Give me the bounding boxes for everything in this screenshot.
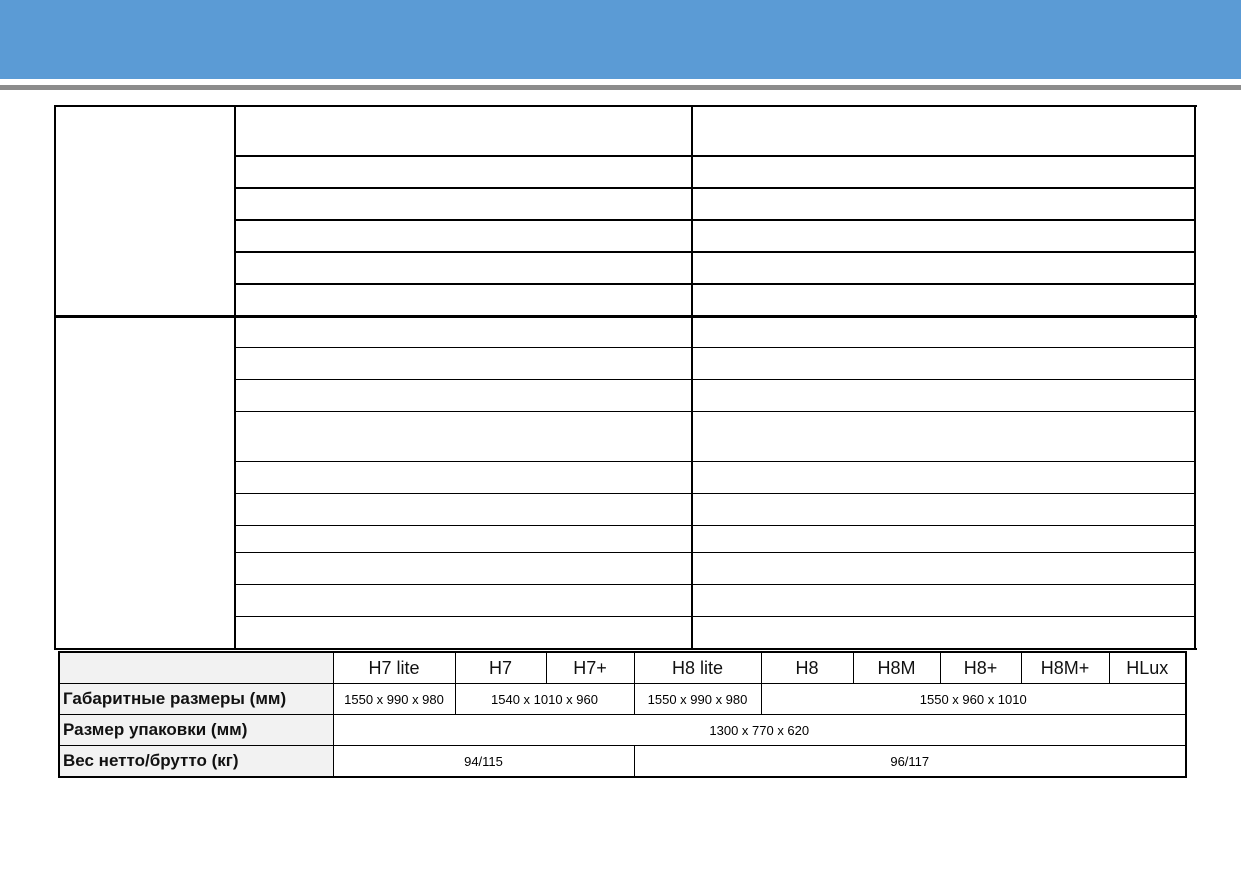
- model-header: H8M+: [1020, 651, 1110, 684]
- dimension-value: 1550 x 960 x 1010: [760, 683, 1187, 715]
- table-row: Вес нетто/брутто (кг) 94/115 96/117: [58, 745, 1187, 778]
- model-header: H8M: [852, 651, 941, 684]
- grid-border-top: [54, 105, 1197, 107]
- weight-value: 96/117: [633, 745, 1187, 778]
- grid-row-divider: [234, 616, 1196, 617]
- grid-row-divider: [234, 584, 1196, 585]
- model-header: H7 lite: [332, 651, 456, 684]
- model-header: H7+: [545, 651, 635, 684]
- grid-row-divider: [234, 155, 1196, 157]
- grid-border-left: [54, 105, 56, 650]
- grid-row-divider: [234, 219, 1196, 221]
- grid-row-divider: [234, 552, 1196, 553]
- dimensions-table: H7 lite H7 H7+ H8 lite H8 H8M H8+ H8M+ H…: [58, 651, 1187, 778]
- model-header: H8: [760, 651, 854, 684]
- grid-row-divider: [234, 461, 1196, 462]
- header-divider: [0, 85, 1241, 90]
- model-header: H7: [454, 651, 547, 684]
- grid-row-divider: [234, 493, 1196, 494]
- grid-row-divider: [234, 187, 1196, 189]
- grid-row-divider: [234, 525, 1196, 526]
- row-label: Вес нетто/брутто (кг): [58, 745, 334, 778]
- weight-value: 94/115: [332, 745, 635, 778]
- model-header: H8 lite: [633, 651, 762, 684]
- table-row: Размер упаковки (мм) 1300 x 770 x 620: [58, 714, 1187, 746]
- model-header: H8+: [939, 651, 1022, 684]
- grid-row-divider: [234, 251, 1196, 253]
- grid-row-divider: [234, 411, 1196, 412]
- header-banner: [0, 0, 1241, 79]
- row-label: Размер упаковки (мм): [58, 714, 334, 746]
- dimension-value: 1550 x 990 x 980: [633, 683, 762, 715]
- dimension-value: 1540 x 1010 x 960: [454, 683, 635, 715]
- table-header-row: H7 lite H7 H7+ H8 lite H8 H8M H8+ H8M+ H…: [58, 651, 1187, 684]
- grid-group-divider: [54, 315, 1197, 318]
- model-header: HLux: [1108, 651, 1187, 684]
- package-value: 1300 x 770 x 620: [332, 714, 1187, 746]
- grid-border-bottom: [54, 648, 1197, 650]
- dimension-value: 1550 x 990 x 980: [332, 683, 456, 715]
- table-row: Габаритные размеры (мм) 1550 x 990 x 980…: [58, 683, 1187, 715]
- grid-row-divider: [234, 347, 1196, 348]
- specification-grid: [54, 105, 1197, 650]
- row-label: Габаритные размеры (мм): [58, 683, 334, 715]
- grid-row-divider: [234, 379, 1196, 380]
- table-header-corner: [58, 651, 334, 684]
- grid-row-divider: [234, 283, 1196, 285]
